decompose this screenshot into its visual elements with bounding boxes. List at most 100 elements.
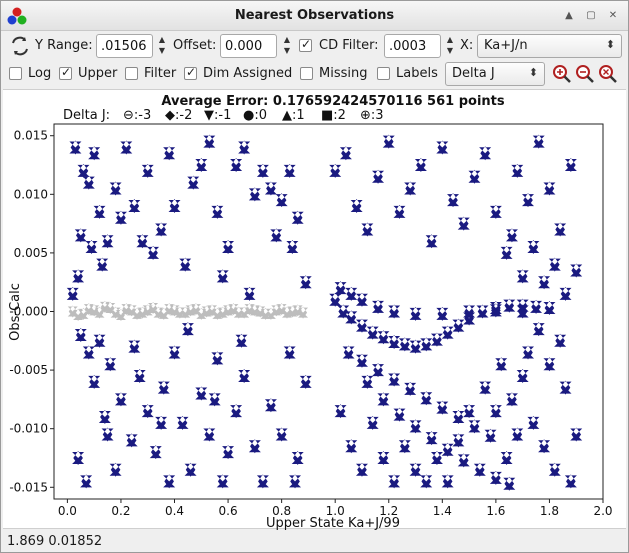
data-point [522,345,535,360]
data-point [125,433,138,448]
close-icon[interactable]: ✕ [605,8,621,24]
title-bar[interactable]: Nearest Observations ▲ ▢ ✕ [1,1,628,31]
dimmed-point [287,305,298,318]
data-point [388,474,401,489]
data-point [489,404,502,419]
dimmed-point [83,303,94,316]
data-point [216,474,229,489]
zoom-out-icon[interactable] [575,64,595,84]
data-point [420,337,433,352]
dimmed-point [265,307,276,320]
cd-filter-input[interactable] [384,34,441,58]
x-tick-label: 1.8 [540,504,559,518]
data-point [114,210,127,225]
data-points [66,134,583,491]
data-point [299,374,312,389]
data-point [114,392,127,407]
data-point [141,404,154,419]
zoom-in-icon[interactable] [552,64,572,84]
legend-entry: ⊕:3 [360,108,384,123]
data-point [559,380,572,395]
legend-entry: ⊖:-3 [123,108,151,123]
upper-checkbox[interactable] [59,65,72,80]
data-point [355,462,368,477]
log-checkbox[interactable] [9,67,22,80]
delta-select[interactable]: Delta J ⬍ [445,62,545,86]
x-axis-select-value: Ka+J/n [484,38,528,53]
scatter-chart[interactable]: Average Error: 0.176592424570116 561 poi… [3,90,626,531]
data-point [570,427,583,442]
data-point [554,333,567,348]
data-point [149,445,162,460]
data-point [133,368,146,383]
data-point [457,453,470,468]
data-point [222,240,235,255]
data-point [181,322,194,337]
legend-entry: ■:2 [321,108,346,123]
offset-stepper[interactable]: ▲ ▼ [281,34,293,58]
plot-area[interactable]: Average Error: 0.176592424570116 561 poi… [3,89,626,531]
data-point [538,439,551,454]
data-point [72,269,85,284]
dimmed-point [137,306,148,319]
zoom-reset-icon[interactable] [598,64,618,84]
data-point [109,462,122,477]
y-tick-label: -0.015 [9,480,48,494]
data-point [436,140,449,155]
data-point [479,380,492,395]
y-range-stepper[interactable]: ▲ ▼ [156,34,168,58]
missing-checkbox[interactable] [300,67,313,80]
data-point [452,409,465,424]
data-point [409,462,422,477]
data-point [82,175,95,190]
data-point [291,210,304,225]
data-point [398,337,411,352]
dimmed-point [201,305,212,318]
minimize-icon[interactable]: ▲ [561,8,577,24]
y-range-input[interactable] [96,34,153,58]
data-point [516,269,529,284]
data-point [147,245,160,260]
chevron-updown-icon: ⬍ [605,38,615,51]
data-point [168,199,181,214]
data-point [104,357,117,372]
x-tick-label: 1.6 [486,504,505,518]
data-point [275,193,288,208]
data-point [195,158,208,173]
data-point [452,318,465,333]
data-point [473,462,486,477]
y-axis-label: Obs-Calc [8,283,23,341]
x-axis-select[interactable]: Ka+J/n ⬍ [477,34,622,58]
offset-input[interactable] [220,34,277,58]
maximize-icon[interactable]: ▢ [583,8,599,24]
data-point [184,462,197,477]
data-point [377,330,390,345]
data-point [479,146,492,161]
data-point [388,304,401,319]
data-point [141,163,154,178]
data-point [404,381,417,396]
data-point [361,374,374,389]
labels-label: Labels [396,66,438,81]
cd-filter-stepper[interactable]: ▲ ▼ [444,34,456,58]
dimmed-point [255,305,266,318]
cd-filter-checkbox[interactable] [299,37,312,52]
data-point [468,169,481,184]
y-tick-label: 0.010 [14,187,48,201]
data-point [441,474,454,489]
data-point [522,193,535,208]
filter-checkbox[interactable] [125,67,138,80]
labels-checkbox[interactable] [377,67,390,80]
data-point [136,234,149,249]
data-point [291,450,304,465]
data-point [388,372,401,387]
chart-legend: Delta J: ⊖:-3 ◆:-2 ▼:-1 ●:0 ▲:1 ■:2 ⊕:3 [63,108,384,123]
refresh-icon[interactable] [9,35,31,57]
data-point [548,257,561,272]
data-point [564,474,577,489]
data-point [570,263,583,278]
data-point [88,374,101,389]
dim-assigned-checkbox[interactable] [184,65,197,80]
dimmed-point [73,309,84,322]
data-point [334,281,347,296]
